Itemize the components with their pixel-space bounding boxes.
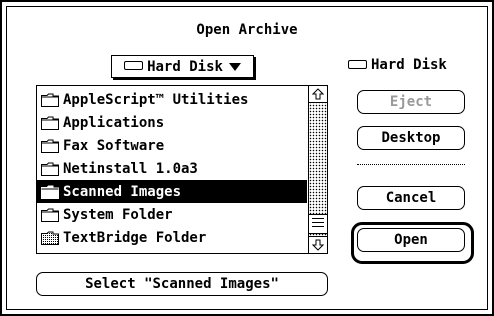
list-item[interactable]: AppleScript™ Utilities	[37, 88, 307, 111]
select-folder-button[interactable]: Select "Scanned Images"	[36, 272, 328, 296]
list-item-label: System Folder	[63, 206, 173, 223]
vertical-scrollbar[interactable]	[308, 86, 327, 253]
list-item[interactable]: Fax Software	[37, 134, 307, 157]
disk-icon	[124, 61, 144, 70]
scroll-down-arrow-icon[interactable]	[309, 236, 327, 253]
folder-icon	[41, 116, 59, 130]
chevron-down-icon	[228, 62, 241, 71]
shared-folder-icon	[41, 231, 59, 245]
scroll-up-arrow-icon[interactable]	[309, 86, 327, 103]
list-item-selected[interactable]: Scanned Images	[37, 180, 307, 203]
folder-icon	[41, 185, 59, 199]
divider	[357, 164, 465, 165]
folder-icon	[41, 139, 59, 153]
dialog-title: Open Archive	[196, 22, 298, 38]
location-popup-label: Hard Disk	[147, 58, 223, 75]
folder-icon	[41, 93, 59, 107]
list-item-label: TextBridge Folder	[63, 229, 207, 246]
desktop-button[interactable]: Desktop	[357, 126, 465, 150]
scroll-thumb[interactable]	[309, 214, 327, 234]
list-item[interactable]: Applications	[37, 111, 307, 134]
eject-button[interactable]: Eject	[357, 90, 465, 114]
cancel-button[interactable]: Cancel	[357, 186, 465, 210]
list-item-label: Scanned Images	[63, 183, 182, 200]
list-item-label: Fax Software	[63, 137, 165, 154]
folder-icon	[41, 208, 59, 222]
file-list[interactable]: AppleScript™ Utilities Applications Fax …	[36, 85, 328, 254]
folder-icon	[41, 162, 59, 176]
list-item[interactable]: System Folder	[37, 203, 307, 226]
list-item-label: Netinstall 1.0a3	[63, 160, 198, 177]
location-popup[interactable]: Hard Disk	[111, 55, 254, 78]
volume-name: Hard Disk	[371, 57, 447, 73]
disk-icon	[348, 59, 367, 69]
list-item[interactable]: Netinstall 1.0a3	[37, 157, 307, 180]
list-item-label: AppleScript™ Utilities	[63, 91, 249, 108]
open-button[interactable]: Open	[357, 228, 465, 252]
list-item[interactable]: TextBridge Folder	[37, 226, 307, 249]
list-item-label: Applications	[63, 114, 165, 131]
volume-label: Hard Disk	[348, 57, 447, 73]
